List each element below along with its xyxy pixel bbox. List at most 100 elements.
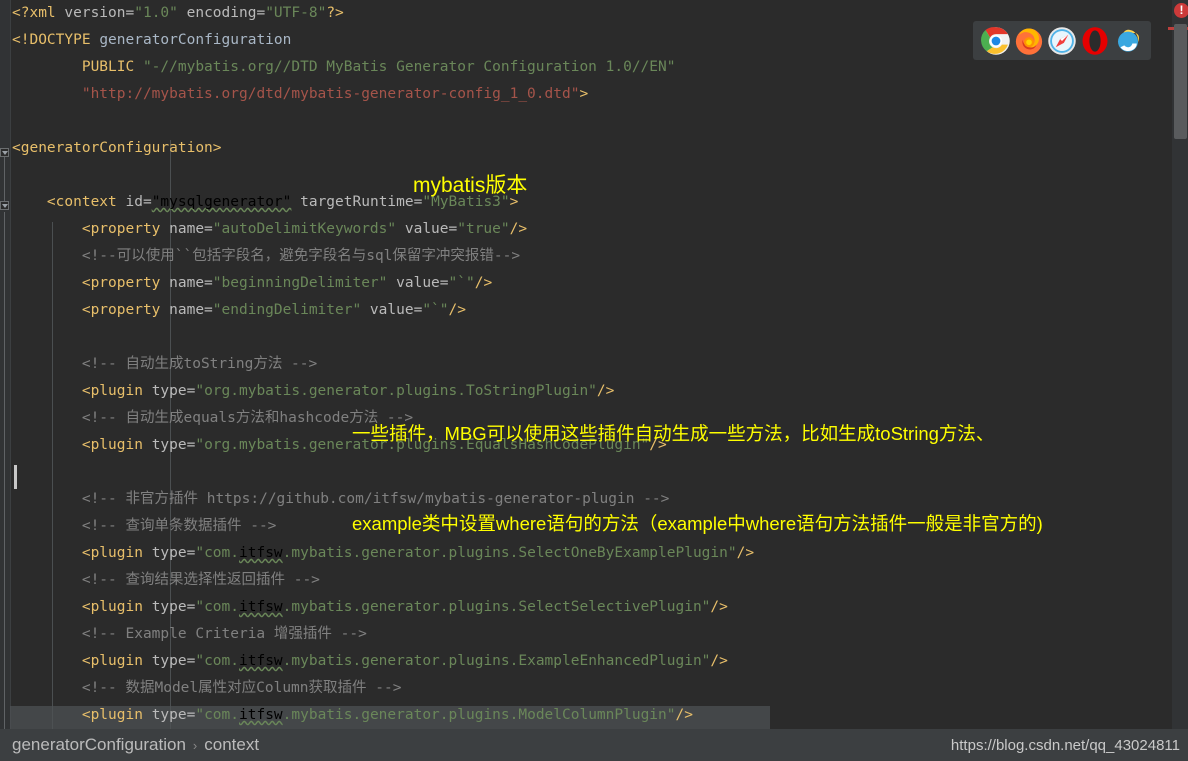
code-token: "mysqlgenerator" xyxy=(151,194,292,210)
code-line[interactable]: <plugin type="com.itfsw.mybatis.generato… xyxy=(12,702,1172,729)
code-line[interactable]: <plugin type="com.itfsw.mybatis.generato… xyxy=(12,648,1172,675)
code-token: <plugin xyxy=(12,437,152,453)
code-token: <!-- 查询结果选择性返回插件 --> xyxy=(12,572,320,588)
code-token: generatorConfiguration xyxy=(99,32,292,48)
code-line[interactable]: <generatorConfiguration> xyxy=(12,135,1172,162)
code-token: /> xyxy=(509,221,528,237)
code-token: "beginningDelimiter" xyxy=(212,275,388,291)
code-token: <context xyxy=(12,194,126,210)
code-token: name= xyxy=(169,221,213,237)
opera-icon[interactable] xyxy=(1080,26,1110,56)
code-token: <plugin xyxy=(12,599,152,615)
watermark-url: https://blog.csdn.net/qq_43024811 xyxy=(950,736,1180,754)
code-token: "com. xyxy=(195,707,239,723)
code-token: "1.0" xyxy=(134,5,178,21)
internet-explorer-icon[interactable] xyxy=(1113,26,1143,56)
code-token: /> xyxy=(448,302,466,318)
code-token: "`" xyxy=(422,302,449,318)
error-badge[interactable]: ! xyxy=(1174,3,1188,18)
code-line[interactable] xyxy=(12,324,1172,351)
code-token: <!-- Example Criteria 增强插件 --> xyxy=(12,626,367,642)
code-token: value= xyxy=(387,275,449,291)
code-line[interactable]: <context id="mysqlgenerator" targetRunti… xyxy=(12,189,1172,216)
code-line[interactable]: <property name="beginningDelimiter" valu… xyxy=(12,270,1172,297)
code-token: <?xml xyxy=(12,5,65,21)
code-token: type= xyxy=(151,383,196,399)
code-token: "endingDelimiter" xyxy=(212,302,362,318)
code-token: /> xyxy=(710,599,728,615)
code-token: /> xyxy=(710,653,728,669)
code-token: <generatorConfiguration> xyxy=(12,140,222,156)
code-token: type= xyxy=(151,707,196,723)
breadcrumb-item-context[interactable]: context xyxy=(204,735,259,755)
code-token: <!-- 自动生成toString方法 --> xyxy=(12,356,318,372)
code-token: encoding= xyxy=(177,5,266,21)
code-token: name= xyxy=(169,302,213,318)
code-token: name= xyxy=(169,275,213,291)
code-token: "true" xyxy=(457,221,510,237)
code-token: <!-- 数据Model属性对应Column获取插件 --> xyxy=(12,680,402,696)
code-token: itfsw xyxy=(239,707,283,723)
code-token: "-//mybatis.org//DTD MyBatis Generator C… xyxy=(142,59,676,75)
code-token: "com. xyxy=(195,599,239,615)
annotation-plugins-line2: example类中设置where语句的方法（example中where语句方法插… xyxy=(352,513,1043,534)
code-token: /> xyxy=(474,275,493,291)
code-folding-gutter[interactable] xyxy=(0,0,10,729)
annotation-version-note: mybatis版本 xyxy=(413,174,528,197)
code-token: itfsw xyxy=(239,545,283,561)
breadcrumb-item-generatorconfiguration[interactable]: generatorConfiguration xyxy=(12,735,186,755)
code-token: ?> xyxy=(326,5,344,21)
code-token: .mybatis.generator.plugins.SelectSelecti… xyxy=(282,599,711,615)
code-token: <plugin xyxy=(12,383,152,399)
code-editor[interactable]: <?xml version="1.0" encoding="UTF-8"?> <!… xyxy=(0,0,1188,729)
code-line[interactable]: <property name="endingDelimiter" value="… xyxy=(12,297,1172,324)
code-token: type= xyxy=(151,653,196,669)
breadcrumb[interactable]: generatorConfiguration › context xyxy=(12,729,259,761)
code-token: <property xyxy=(12,302,170,318)
code-token: > xyxy=(579,86,589,102)
safari-icon[interactable] xyxy=(1047,26,1077,56)
code-line[interactable] xyxy=(12,108,1172,135)
code-token: value= xyxy=(361,302,423,318)
fold-marker-context[interactable] xyxy=(0,201,9,210)
code-token: <plugin xyxy=(12,707,152,723)
code-token: itfsw xyxy=(239,599,283,615)
code-token: .mybatis.generator.plugins.ModelColumnPl… xyxy=(282,707,676,723)
code-token: "UTF-8" xyxy=(265,5,327,21)
vertical-scrollbar-thumb[interactable] xyxy=(1174,24,1187,139)
code-line[interactable]: <!-- Example Criteria 增强插件 --> xyxy=(12,621,1172,648)
code-token: <!--可以使用``包括字段名，避免字段名与sql保留字冲突报错--> xyxy=(12,248,521,264)
code-line[interactable]: <property name="autoDelimitKeywords" val… xyxy=(12,216,1172,243)
annotation-plugins-note: 一些插件，MBG可以使用这些插件自动生成一些方法，比如生成toString方法、… xyxy=(352,359,1043,599)
browser-launcher-bar[interactable] xyxy=(973,21,1151,60)
code-token: id= xyxy=(125,194,152,210)
fold-marker-generatorconfiguration[interactable] xyxy=(0,148,9,157)
code-token: <!DOCTYPE xyxy=(12,32,100,48)
code-line[interactable]: <!-- 数据Model属性对应Column获取插件 --> xyxy=(12,675,1172,702)
fold-line xyxy=(4,152,5,208)
code-token: "http://mybatis.org/dtd/mybatis-generato… xyxy=(81,86,580,102)
code-token: <property xyxy=(12,275,170,291)
code-token: type= xyxy=(151,599,196,615)
code-token: PUBLIC xyxy=(12,59,143,75)
code-token: type= xyxy=(151,437,196,453)
code-token: version= xyxy=(64,5,135,21)
code-line[interactable]: "http://mybatis.org/dtd/mybatis-generato… xyxy=(12,81,1172,108)
code-token: <property xyxy=(12,221,170,237)
code-token: type= xyxy=(151,545,196,561)
code-token: <plugin xyxy=(12,653,152,669)
code-token: <plugin xyxy=(12,545,152,561)
code-token: targetRuntime= xyxy=(291,194,423,210)
code-line[interactable] xyxy=(12,162,1172,189)
code-token: /> xyxy=(675,707,693,723)
text-caret xyxy=(14,465,17,489)
code-token: .mybatis.generator.plugins.ExampleEnhanc… xyxy=(282,653,711,669)
code-token: "`" xyxy=(448,275,475,291)
code-token: <!-- 查询单条数据插件 --> xyxy=(12,518,277,534)
code-line[interactable]: <!--可以使用``包括字段名，避免字段名与sql保留字冲突报错--> xyxy=(12,243,1172,270)
firefox-icon[interactable] xyxy=(1014,26,1044,56)
code-token: value= xyxy=(396,221,458,237)
chrome-icon[interactable] xyxy=(980,26,1011,56)
code-token: itfsw xyxy=(239,653,283,669)
